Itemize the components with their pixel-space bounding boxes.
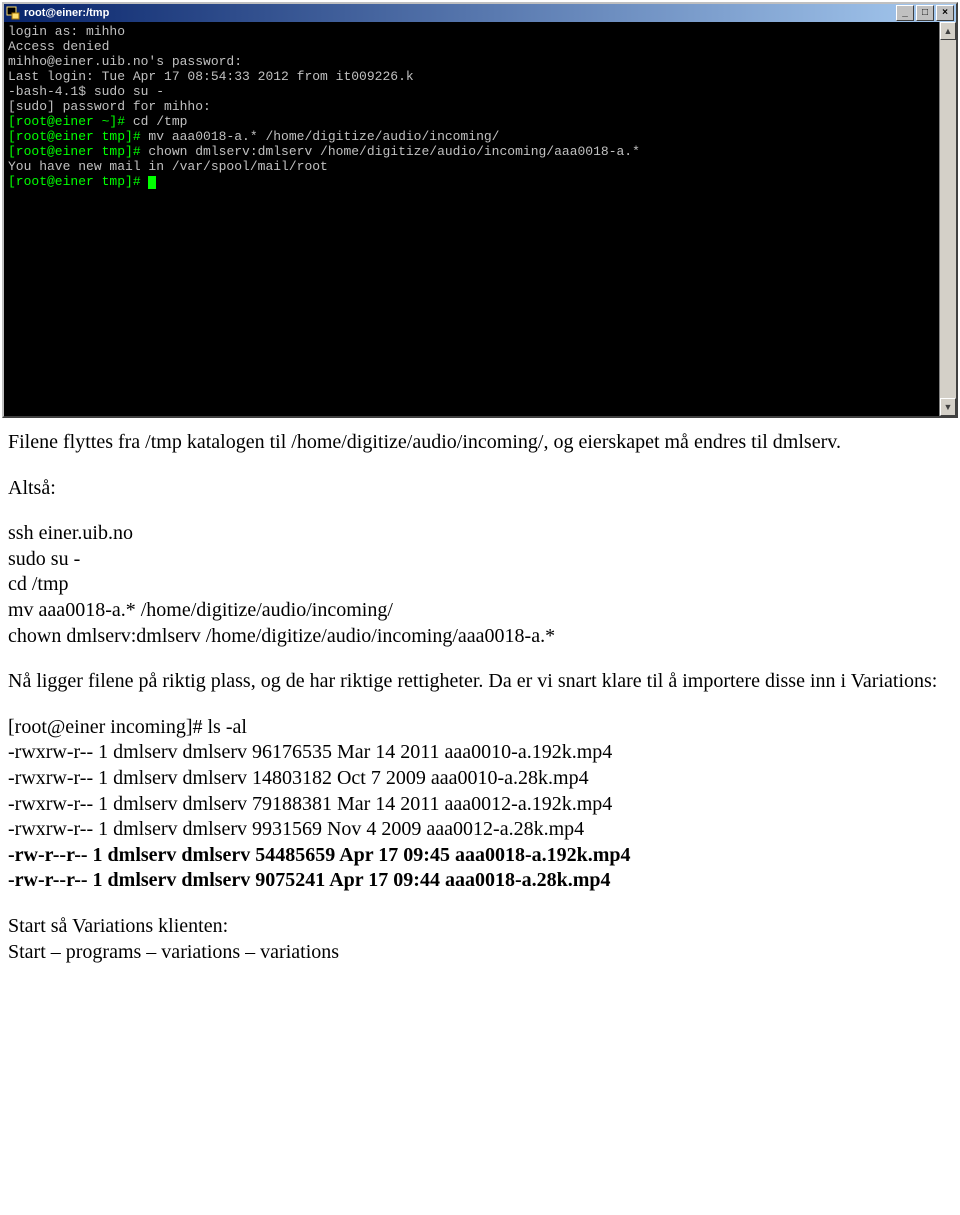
term-prompt: [root@einer ~]# [8,114,125,129]
ls-row: -rw-r--r-- 1 dmlserv dmlserv 9075241 Apr… [8,868,952,894]
command-line: mv aaa0018-a.* /home/digitize/audio/inco… [8,598,952,624]
terminal-cursor [148,176,156,189]
term-line: mihho@einer.uib.no's password: [8,54,242,69]
term-line: login as: mihho [8,24,125,39]
term-line: Access denied [8,39,109,54]
ls-row: -rwxrw-r-- 1 dmlserv dmlserv 96176535 Ma… [8,740,952,766]
term-line: mv aaa0018-a.* /home/digitize/audio/inco… [141,129,500,144]
paragraph: Filene flyttes fra /tmp katalogen til /h… [8,430,952,456]
command-line: chown dmlserv:dmlserv /home/digitize/aud… [8,624,952,650]
ls-row: -rw-r--r-- 1 dmlserv dmlserv 54485659 Ap… [8,843,952,869]
close-button[interactable]: × [936,5,954,21]
command-line: sudo su - [8,547,952,573]
scrollbar[interactable]: ▲ ▼ [939,22,956,416]
command-line: ssh einer.uib.no [8,521,952,547]
scroll-track[interactable] [940,40,956,398]
minimize-button[interactable]: _ [896,5,914,21]
paragraph: Start så Variations klienten: Start – pr… [8,914,952,965]
putty-icon [6,6,20,20]
scroll-down-button[interactable]: ▼ [940,398,956,416]
titlebar: root@einer:/tmp _ □ × [4,4,956,22]
maximize-button[interactable]: □ [916,5,934,21]
ls-prompt: [root@einer incoming]# ls -al [8,715,952,741]
ls-row: -rwxrw-r-- 1 dmlserv dmlserv 79188381 Ma… [8,792,952,818]
text-line: Start – programs – variations – variatio… [8,940,952,966]
term-line: -bash-4.1$ sudo su - [8,84,164,99]
ls-row: -rwxrw-r-- 1 dmlserv dmlserv 14803182 Oc… [8,766,952,792]
term-line: chown dmlserv:dmlserv /home/digitize/aud… [141,144,640,159]
term-line: You have new mail in /var/spool/mail/roo… [8,159,328,174]
window-title: root@einer:/tmp [24,7,894,19]
terminal-body: login as: mihho Access denied mihho@eine… [4,22,956,416]
text-line: Start så Variations klienten: [8,914,952,940]
terminal-window: root@einer:/tmp _ □ × login as: mihho Ac… [2,2,958,418]
term-line: [sudo] password for mihho: [8,99,211,114]
term-line: Last login: Tue Apr 17 08:54:33 2012 fro… [8,69,414,84]
term-line: cd /tmp [125,114,187,129]
paragraph: Altså: [8,476,952,502]
term-prompt: [root@einer tmp]# [8,144,141,159]
term-prompt: [root@einer tmp]# [8,174,141,189]
paragraph: Nå ligger filene på riktig plass, og de … [8,669,952,695]
term-prompt: [root@einer tmp]# [8,129,141,144]
scroll-up-button[interactable]: ▲ [940,22,956,40]
ls-row: -rwxrw-r-- 1 dmlserv dmlserv 9931569 Nov… [8,817,952,843]
document-body: Filene flyttes fra /tmp katalogen til /h… [0,420,960,985]
terminal-content[interactable]: login as: mihho Access denied mihho@eine… [4,22,939,416]
command-line: cd /tmp [8,572,952,598]
ls-output: [root@einer incoming]# ls -al -rwxrw-r--… [8,715,952,894]
command-block: ssh einer.uib.no sudo su - cd /tmp mv aa… [8,521,952,649]
